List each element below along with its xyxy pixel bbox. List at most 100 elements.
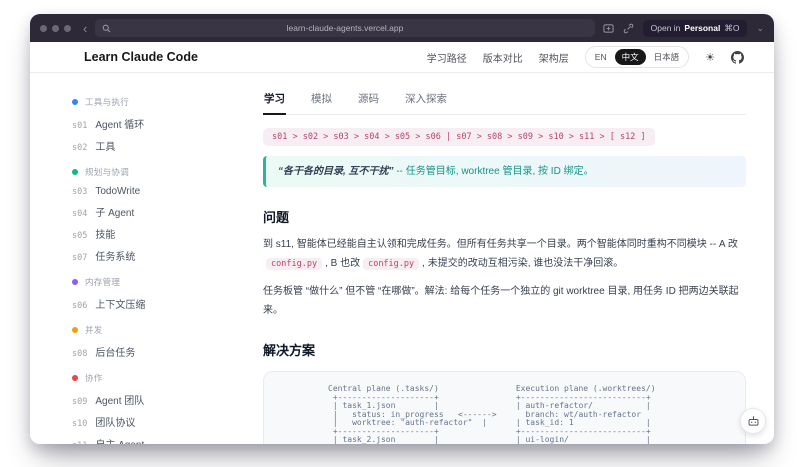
nav-link-architecture[interactable]: 架构层 [539,50,569,65]
site-nav: 学习路径 版本对比 架构层 EN 中文 日本語 ☀ [427,46,744,68]
item-id: s05 [72,231,88,241]
chapter-progress-pill: s01 > s02 > s03 > s04 > s05 > s06 | s07 … [263,128,655,146]
paragraph-text: , B 也改 [325,258,361,269]
tab-source[interactable]: 源码 [357,86,380,114]
browser-window: ‹ learn-claude-agents.vercel.app Open in… [30,14,774,444]
url-text: learn-claude-agents.vercel.app [286,23,404,33]
tab-deep-dive[interactable]: 深入探索 [404,86,448,114]
sidebar-item-s09[interactable]: s09 Agent 团队 [66,389,239,410]
item-id: s03 [72,187,88,197]
item-label: 子 Agent [95,208,135,219]
quote-callout: “各干各的目录, 互不干扰” -- 任务管目标, worktree 管目录, 按… [263,156,746,187]
traffic-lights [40,24,71,32]
zoom-window-button[interactable] [64,24,71,32]
sidebar-item-s02[interactable]: s02 工具 [66,135,239,156]
item-id: s10 [72,419,88,429]
site-header: Learn Claude Code 学习路径 版本对比 架构层 EN 中文 日本… [30,42,774,73]
item-id: s04 [72,209,88,219]
address-bar[interactable]: learn-claude-agents.vercel.app [95,19,595,37]
section-header: 工具与执行 [72,96,263,108]
open-in-profile-button[interactable]: Open in Personal ⌘O [642,19,748,37]
solution-diagram-box: Central plane (.tasks/) Execution plane … [263,371,746,444]
copy-link-icon[interactable] [623,23,634,34]
tab-simulate[interactable]: 模拟 [310,86,333,114]
lang-option-en[interactable]: EN [588,50,614,64]
green-dot-icon [72,169,78,175]
section-header: 协作 [72,372,263,384]
sidebar-section-tools-execution: 工具与执行 s01 Agent 循环 s02 工具 [72,96,263,156]
sidebar-item-s08[interactable]: s08 后台任务 [66,341,239,362]
problem-heading: 问题 [263,210,290,225]
section-title: 工具与执行 [85,97,130,107]
item-label: 任务系统 [95,252,136,263]
sidebar-item-s04[interactable]: s04 子 Agent [66,201,239,222]
sidebar-item-s06[interactable]: s06 上下文压缩 [66,293,239,314]
item-id: s01 [72,121,88,131]
tab-learn[interactable]: 学习 [263,86,286,115]
github-icon[interactable] [731,50,744,64]
browser-chrome: ‹ learn-claude-agents.vercel.app Open in… [30,14,774,42]
item-id: s07 [72,253,88,263]
open-in-prefix: Open in [650,23,681,33]
item-id: s09 [72,397,88,407]
item-id: s11 [72,441,87,444]
theme-toggle-sun-icon[interactable]: ☀ [705,51,715,64]
robot-icon [747,415,760,428]
sidebar-item-s05[interactable]: s05 技能 [66,223,239,244]
sidebar-item-s03[interactable]: s03 TodoWrite [66,183,239,200]
item-label: Agent 循环 [95,120,145,131]
chrome-actions: Open in Personal ⌘O ⌄ [603,19,764,37]
shortcut-hint: ⌘O [724,22,740,33]
main-content: 学习 模拟 源码 深入探索 s01 > s02 > s03 > s04 > s0… [263,86,774,444]
sidebar-section-concurrency: 并发 s08 后台任务 [72,324,263,362]
sidebar-item-s01[interactable]: s01 Agent 循环 [66,113,239,134]
sidebar-section-planning: 规划与协调 s03 TodoWrite s04 子 Agent s05 技能 s… [72,166,263,266]
problem-paragraph-1: 到 s11, 智能体已经能自主认领和完成任务。但所有任务共享一个目录。两个智能体… [263,235,746,273]
language-toggle: EN 中文 日本語 [584,46,690,68]
item-label: 上下文压缩 [95,300,146,311]
section-title: 并发 [85,325,103,335]
sidebar-item-s07[interactable]: s07 任务系统 [66,245,239,266]
sidebar-item-s11[interactable]: s11 自主 Agent [66,433,239,444]
paragraph-text: , 未提交的改动互相污染, 谁也没法干净回滚。 [422,258,624,269]
assistant-fab-button[interactable] [740,408,766,434]
split-view-icon[interactable] [603,23,614,34]
item-id: s08 [72,349,88,359]
section-title: 内存管理 [85,277,121,287]
inline-code: config.py [363,258,420,270]
item-label: Agent 团队 [95,396,145,407]
nav-link-learning-path[interactable]: 学习路径 [427,50,467,65]
inline-code: config.py [266,258,323,270]
item-label: 自主 Agent [95,436,144,444]
section-title: 协作 [85,373,103,383]
close-window-button[interactable] [40,24,47,32]
page: Learn Claude Code 学习路径 版本对比 架构层 EN 中文 日本… [30,42,774,444]
tab-bar: 学习 模拟 源码 深入探索 [263,86,746,115]
sidebar-item-s10[interactable]: s10 团队协议 [66,411,239,432]
site-title: Learn Claude Code [84,50,198,64]
solution-heading: 解决方案 [263,343,316,358]
quote-explanation: -- 任务管目标, worktree 管目录, 按 ID 绑定。 [393,166,594,177]
blue-dot-icon [72,99,78,105]
item-label: TodoWrite [95,186,141,197]
nav-link-version-compare[interactable]: 版本对比 [483,50,523,65]
sidebar-section-memory: 内存管理 s06 上下文压缩 [72,276,263,314]
paragraph-text: 到 s11, 智能体已经能自主认领和完成任务。但所有任务共享一个目录。两个智能体… [263,239,738,250]
chevron-down-icon[interactable]: ⌄ [756,23,764,33]
item-label: 团队协议 [95,418,136,429]
orange-dot-icon [72,327,78,333]
item-id: s02 [72,143,88,153]
back-button[interactable]: ‹ [83,22,87,35]
item-label: 后台任务 [95,348,136,359]
section-header: 规划与协调 [72,166,263,178]
lang-option-zh[interactable]: 中文 [614,49,646,65]
section-header: 并发 [72,324,263,336]
ascii-architecture-diagram: Central plane (.tasks/) Execution plane … [328,384,656,444]
sidebar: 工具与执行 s01 Agent 循环 s02 工具 规划与协调 s03 Todo… [30,86,263,444]
problem-paragraph-2: 任务板管 “做什么” 但不管 “在哪做”。解法: 给每个任务一个独立的 git … [263,286,739,316]
lang-option-ja[interactable]: 日本語 [647,49,687,65]
purple-dot-icon [72,279,78,285]
sidebar-section-collaboration: 协作 s09 Agent 团队 s10 团队协议 s11 自主 Agent [72,372,263,444]
minimize-window-button[interactable] [52,24,59,32]
red-dot-icon [72,375,78,381]
